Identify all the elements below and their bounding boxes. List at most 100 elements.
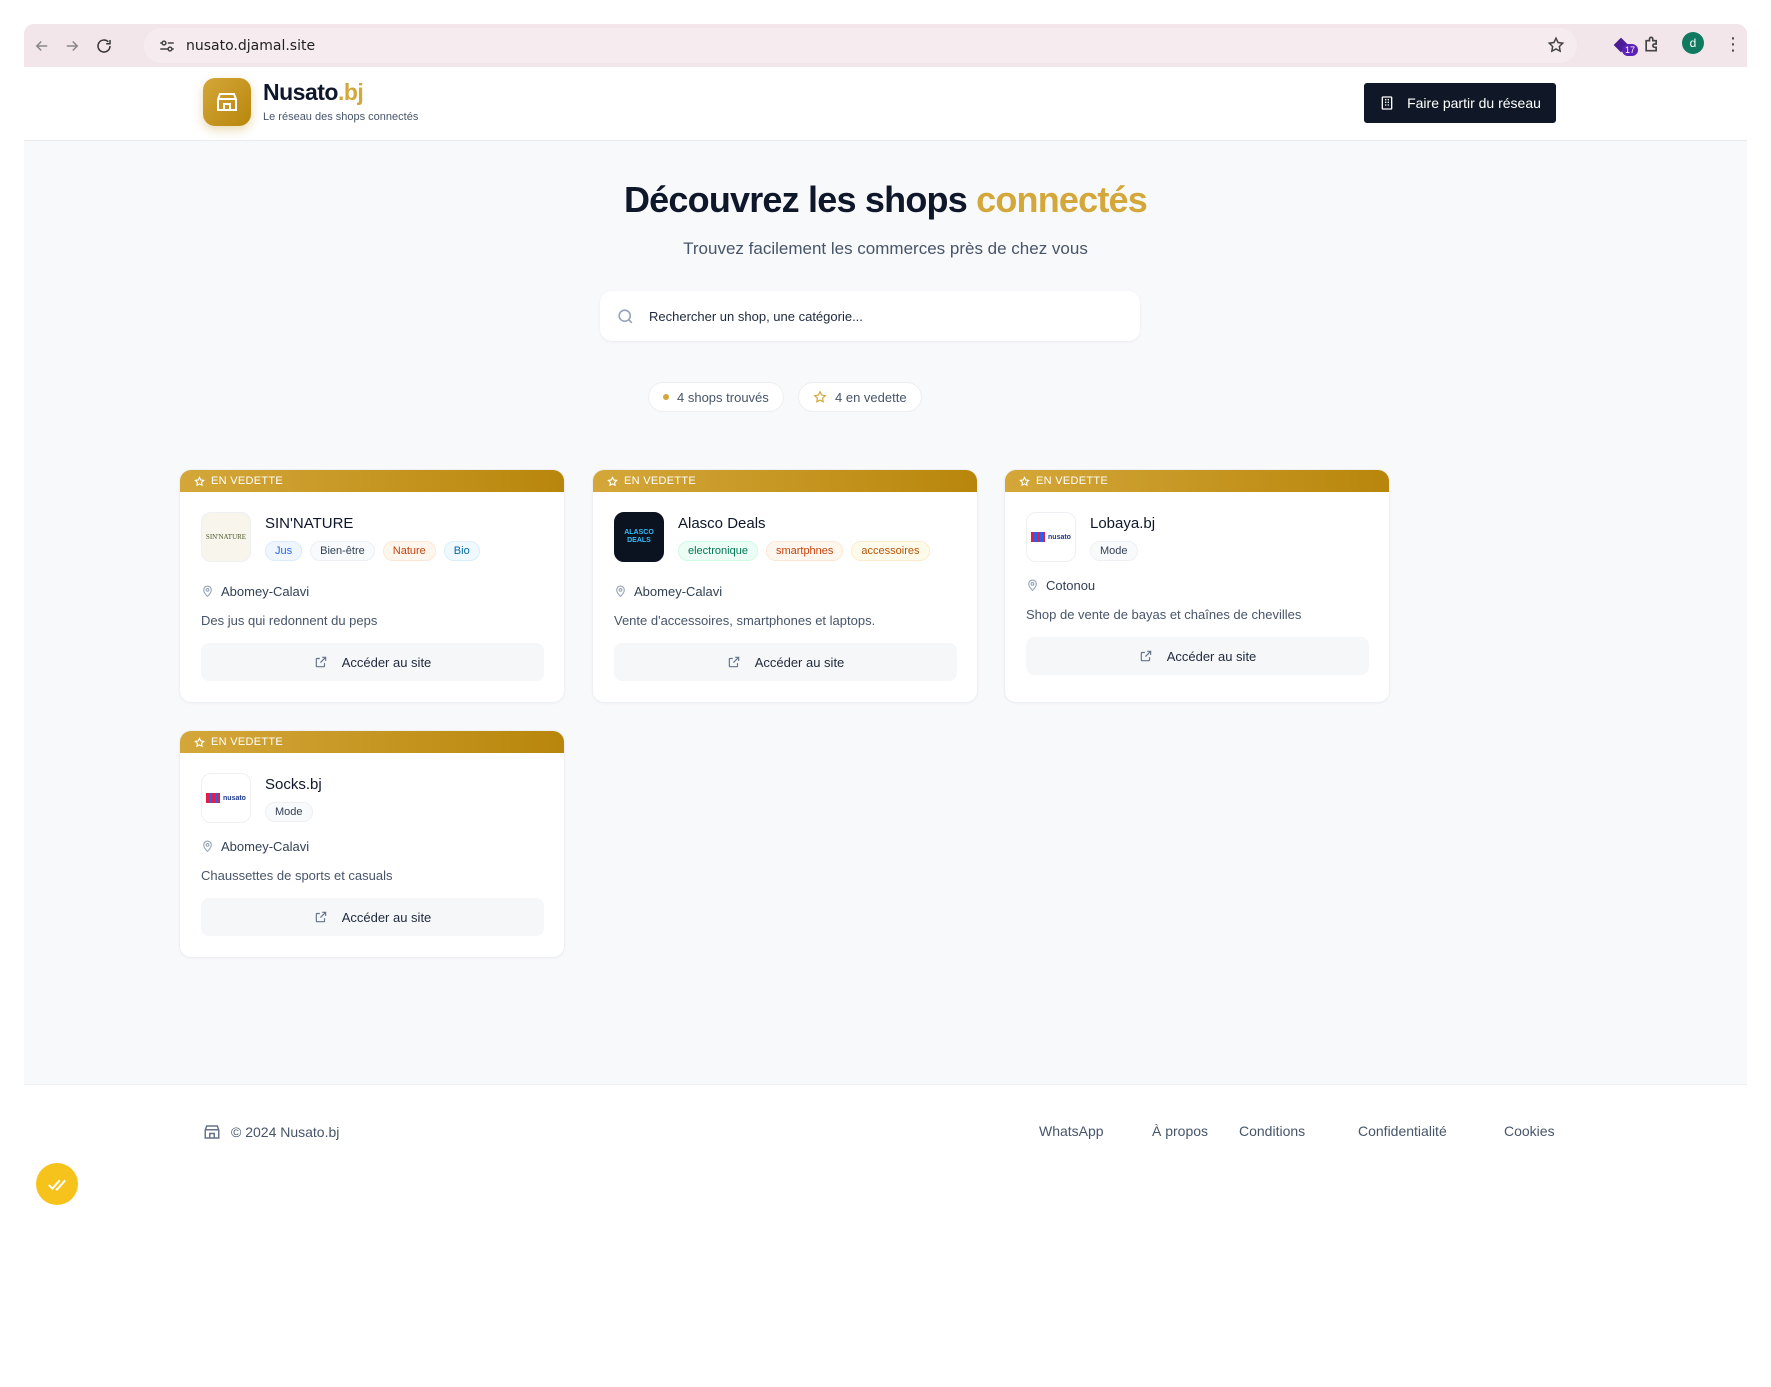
shop-description: Shop de vente de bayas et chaînes de che…: [1026, 607, 1302, 622]
search-box[interactable]: [600, 291, 1140, 341]
shops-found-text: 4 shops trouvés: [677, 389, 769, 405]
shop-name[interactable]: Alasco Deals: [678, 515, 766, 532]
shop-name[interactable]: SIN'NATURE: [265, 515, 353, 532]
tag[interactable]: accessoires: [851, 541, 930, 561]
shop-name[interactable]: Socks.bj: [265, 776, 322, 793]
hero-title-accent: connectés: [976, 179, 1148, 220]
featured-count-text: 4 en vedette: [835, 389, 907, 405]
shop-location: Cotonou: [1026, 578, 1095, 593]
site-page: Nusato.bj Le réseau des shops connectés …: [24, 67, 1747, 1387]
map-pin-icon: [616, 585, 625, 598]
footer-link-terms[interactable]: Conditions: [1239, 1123, 1305, 1139]
location-text: Abomey-Calavi: [221, 584, 310, 599]
footer-link-about[interactable]: À propos: [1152, 1123, 1208, 1139]
logo[interactable]: [203, 78, 251, 126]
shop-logo-text: nusato: [1048, 533, 1071, 541]
shop-location: Abomey-Calavi: [201, 839, 309, 854]
tag[interactable]: Nature: [382, 541, 436, 561]
shop-name[interactable]: Lobaya.bj: [1090, 515, 1155, 532]
shop-logo-text: SIN'NATURE: [205, 533, 247, 541]
external-link-icon: [315, 656, 326, 668]
external-link-icon: [728, 656, 739, 668]
featured-count-badge: 4 en vedette: [798, 382, 922, 412]
assistant-bubble[interactable]: [36, 1163, 78, 1205]
shop-location: Abomey-Calavi: [201, 584, 309, 599]
visit-site-button[interactable]: Accéder au site: [1026, 637, 1369, 675]
reload-icon: [97, 39, 111, 53]
shop-logo-text: ALASCO DEALS: [624, 529, 654, 544]
site-header: Nusato.bj Le réseau des shops connectés …: [24, 67, 1747, 141]
reload-button[interactable]: [86, 28, 122, 64]
forward-button[interactable]: [54, 28, 90, 64]
tag[interactable]: Mode: [265, 802, 313, 822]
footer-link-privacy[interactable]: Confidentialité: [1358, 1123, 1447, 1139]
extensions-menu-button[interactable]: [1642, 34, 1664, 56]
tag[interactable]: Jus: [265, 541, 303, 561]
shop-card: EN VEDETTE ALASCO DEALS Alasco Deals ele…: [592, 469, 978, 703]
copyright-text: © 2024 Nusato.bj: [231, 1124, 340, 1140]
visit-site-label: Accéder au site: [1166, 648, 1257, 664]
map-pin-icon: [203, 585, 212, 598]
footer-link-whatsapp[interactable]: WhatsApp: [1039, 1123, 1104, 1139]
visit-site-button[interactable]: Accéder au site: [614, 643, 957, 681]
star-icon: [194, 475, 205, 486]
tag[interactable]: electronique: [678, 541, 758, 561]
visit-site-button[interactable]: Accéder au site: [201, 643, 544, 681]
shop-description: Chaussettes de sports et casuals: [201, 868, 393, 883]
location-text: Abomey-Calavi: [634, 584, 723, 599]
featured-banner: EN VEDETTE: [593, 470, 977, 492]
bookmark-star-icon[interactable]: [1547, 36, 1565, 54]
shop-description: Vente d'accessoires, smartphones et lapt…: [614, 613, 876, 628]
tag-list: Jus Bien-être Nature Bio: [265, 541, 480, 561]
browser-menu-icon[interactable]: ⋮: [1724, 34, 1742, 54]
hero-title-main: Découvrez les shops: [623, 179, 968, 220]
brand-suffix: .bj: [337, 79, 364, 105]
store-awning-icon: [1031, 532, 1046, 542]
store-icon: [217, 93, 237, 111]
featured-banner: EN VEDETTE: [1005, 470, 1389, 492]
address-bar[interactable]: nusato.djamal.site: [144, 28, 1577, 63]
tag[interactable]: smartphnes: [765, 541, 844, 561]
map-pin-icon: [203, 840, 212, 853]
status-dot: [663, 394, 669, 400]
map-pin-icon: [1028, 579, 1037, 592]
visit-site-label: Accéder au site: [341, 654, 432, 670]
brand-tagline: Le réseau des shops connectés: [263, 111, 419, 123]
shop-location: Abomey-Calavi: [614, 584, 722, 599]
footer-link-cookies[interactable]: Cookies: [1504, 1123, 1555, 1139]
star-icon: [1019, 475, 1030, 486]
brand-name[interactable]: Nusato.bj: [263, 79, 364, 106]
external-link-icon: [1140, 650, 1151, 662]
tag[interactable]: Bio: [443, 541, 480, 561]
building-icon: [1381, 96, 1393, 110]
browser-toolbar: nusato.djamal.site 17 d ⋮: [24, 24, 1747, 67]
tag[interactable]: Bien-être: [310, 541, 375, 561]
shops-found-badge: 4 shops trouvés: [648, 382, 784, 412]
visit-site-label: Accéder au site: [341, 909, 432, 925]
visit-site-button[interactable]: Accéder au site: [201, 898, 544, 936]
search-input[interactable]: [649, 308, 1089, 324]
shop-logo: nusato: [201, 773, 251, 823]
arrow-left-icon: [35, 40, 48, 52]
profile-avatar[interactable]: d: [1682, 32, 1704, 54]
extension-badge: 17: [1622, 44, 1639, 56]
puzzle-icon: [1645, 36, 1657, 52]
join-network-label: Faire partir du réseau: [1407, 95, 1541, 111]
shop-logo-text: nusato: [223, 794, 246, 802]
visit-site-label: Accéder au site: [754, 654, 845, 670]
site-settings-icon[interactable]: [158, 37, 176, 55]
shop-card: EN VEDETTE nusato Lobaya.bj Mode Cotonou…: [1004, 469, 1390, 703]
tag[interactable]: Mode: [1090, 541, 1138, 561]
shop-description: Des jus qui redonnent du peps: [201, 613, 378, 628]
url-text[interactable]: nusato.djamal.site: [186, 38, 315, 54]
site-footer: © 2024 Nusato.bj WhatsApp À propos Condi…: [24, 1084, 1747, 1387]
arrow-right-icon: [66, 40, 79, 52]
store-awning-icon: [206, 793, 221, 803]
join-network-button[interactable]: Faire partir du réseau: [1364, 83, 1556, 123]
search-icon: [618, 308, 633, 323]
external-link-icon: [315, 911, 326, 923]
tag-list: electronique smartphnes accessoires: [678, 541, 930, 561]
featured-label: EN VEDETTE: [211, 475, 284, 487]
extension-button[interactable]: 17: [1610, 34, 1639, 56]
tag-list: Mode: [265, 802, 313, 822]
